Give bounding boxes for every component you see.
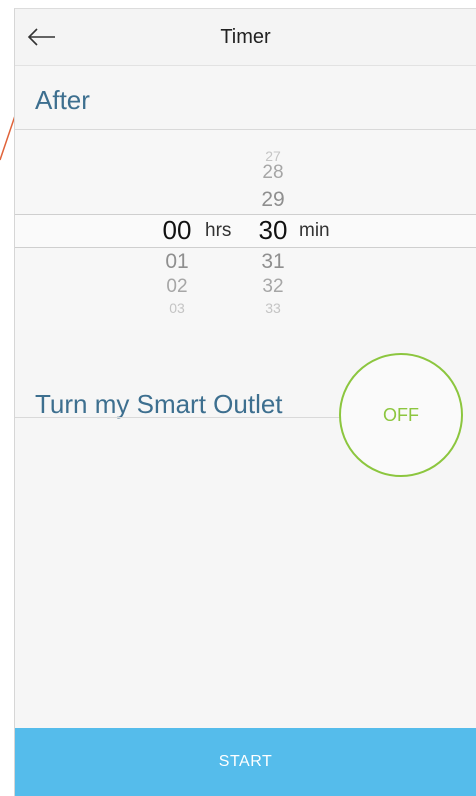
arrow-left-icon [27, 28, 55, 46]
hours-unit: hrs [205, 220, 232, 241]
time-picker: 00 01 02 03 hrs 27 28 29 30 31 32 33 min [15, 130, 476, 330]
selection-band [15, 214, 476, 248]
minutes-selected: 30 [258, 215, 288, 245]
minutes-option: 33 [265, 300, 281, 316]
outlet-label: Turn my Smart Outlet [35, 389, 283, 419]
header-bar: Timer [15, 9, 476, 66]
app-screen: Timer After 00 01 02 03 hrs 27 28 29 30 … [14, 8, 476, 796]
minutes-option: 29 [261, 188, 285, 211]
divider [15, 417, 345, 418]
minutes-unit: min [299, 220, 330, 241]
back-button[interactable] [25, 22, 59, 52]
hours-option: 01 [165, 250, 189, 273]
hours-option: 03 [169, 300, 185, 316]
hours-selected: 00 [162, 215, 192, 245]
on-off-toggle[interactable]: OFF [339, 353, 463, 477]
minutes-option: 28 [262, 162, 284, 183]
page-title: Timer [220, 26, 271, 48]
after-label: After [35, 85, 90, 115]
minutes-option: 31 [261, 250, 285, 273]
toggle-state: OFF [383, 404, 419, 425]
hours-wheel[interactable]: 00 01 02 03 [153, 130, 213, 330]
start-button[interactable]: START [15, 728, 476, 796]
minutes-wheel[interactable]: 27 28 29 30 31 32 33 [251, 130, 303, 330]
minutes-option: 32 [262, 276, 284, 297]
start-button-label: START [218, 753, 273, 770]
hours-option: 02 [166, 276, 188, 297]
